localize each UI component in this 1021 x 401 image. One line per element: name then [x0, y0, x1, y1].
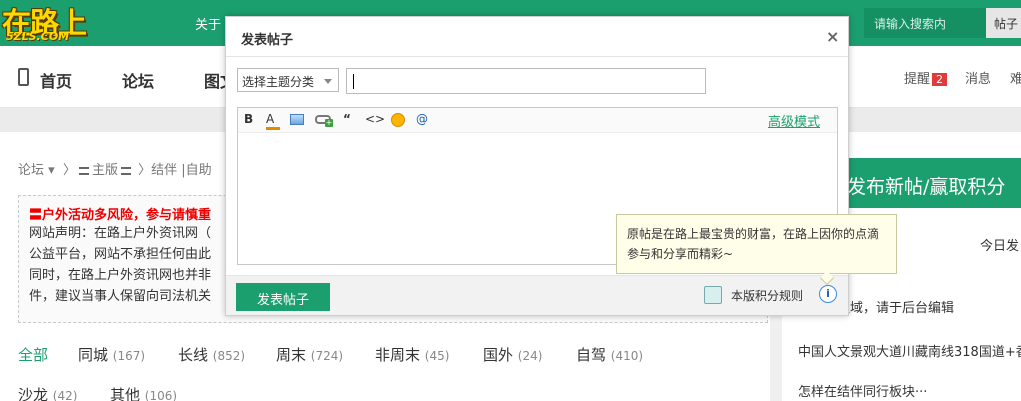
smiley-icon[interactable]	[391, 113, 405, 127]
advanced-mode-link[interactable]: 高级模式	[768, 111, 820, 130]
sidebar-link[interactable]: 中国人文景观大道川藏南线318国道+香	[798, 341, 1021, 360]
chevron-down-icon	[324, 79, 332, 84]
dialog-title: 发表帖子	[241, 33, 294, 48]
dialog-footer: 发表帖子 本版积分规则 i	[226, 275, 848, 315]
editor-toolbar: B A + “ <> @ 高级模式	[238, 108, 837, 133]
search-input[interactable]: 请输入搜索内	[864, 8, 986, 38]
post-title-input[interactable]	[346, 68, 706, 94]
post-promo-banner[interactable]: 发布新帖/赢取积分	[845, 158, 1021, 208]
sidebar-link[interactable]: 怎样在结伴同行板块···	[798, 381, 927, 400]
tab-long-trip[interactable]: 长线 (852)	[178, 344, 245, 365]
nav-forum[interactable]: 论坛	[122, 68, 154, 92]
dialog-header: 发表帖子 ×	[226, 17, 848, 57]
nav-home[interactable]: 首页	[40, 68, 72, 92]
chevron-down-icon: ▾	[48, 163, 55, 178]
breadcrumb-root[interactable]: 论坛	[18, 163, 44, 178]
tab-abroad[interactable]: 国外 (24)	[483, 344, 542, 365]
info-tooltip: 原帖是在路上最宝贵的财富，在路上因你的点滴参与和分享而精彩~	[616, 214, 897, 286]
bars-icon: 〓	[29, 208, 43, 223]
image-icon[interactable]	[290, 114, 304, 125]
remind-count-badge: 2	[932, 73, 948, 86]
breadcrumb-level2[interactable]: 结伴 |自助	[151, 163, 212, 178]
tab-self-drive[interactable]: 自驾 (410)	[576, 344, 643, 365]
tab-salon[interactable]: 沙龙 (42)	[18, 384, 77, 401]
site-logo[interactable]: 在路上 5ZLS.COM	[2, 2, 114, 44]
tab-local[interactable]: 同城 (167)	[78, 344, 145, 365]
tab-other[interactable]: 其他 (106)	[110, 384, 177, 401]
color-bar-icon	[266, 127, 280, 130]
tooltip-text: 原帖是在路上最宝贵的财富，在路上因你的点滴参与和分享而精彩~	[627, 227, 880, 261]
about-link[interactable]: 关于	[195, 14, 221, 33]
phone-icon	[18, 68, 29, 86]
code-button[interactable]: <>	[365, 112, 385, 126]
plus-icon: +	[325, 118, 333, 127]
remind-label: 提醒	[904, 72, 931, 87]
category-select-label: 选择主题分类	[242, 75, 315, 89]
logo-subtext: 5ZLS.COM	[6, 30, 70, 43]
points-rules-link[interactable]: 本版积分规则	[731, 287, 803, 304]
mention-button[interactable]: @	[416, 112, 428, 126]
nav-extra[interactable]: 难	[1010, 68, 1021, 87]
search-type-button[interactable]: 帖子	[986, 8, 1021, 38]
message-link[interactable]: 消息	[965, 68, 991, 87]
font-color-button[interactable]: A	[266, 112, 280, 130]
quote-button[interactable]: “	[343, 112, 351, 126]
remind-link[interactable]: 提醒 2	[904, 68, 948, 87]
tab-non-weekend[interactable]: 非周末 (45)	[375, 344, 449, 365]
today-posts-label: 今日发	[980, 239, 1020, 254]
text-cursor	[353, 74, 354, 89]
category-select[interactable]: 选择主题分类	[237, 68, 339, 92]
tab-weekend[interactable]: 周末 (724)	[276, 344, 343, 365]
info-icon[interactable]: i	[819, 285, 837, 303]
tab-all[interactable]: 全部	[18, 344, 48, 365]
menu-icon	[78, 167, 89, 175]
breadcrumb-level1[interactable]: 主版	[92, 163, 118, 178]
bold-button[interactable]: B	[244, 112, 253, 126]
rules-icon	[704, 286, 722, 304]
submit-post-button[interactable]: 发表帖子	[236, 283, 330, 311]
menu-icon	[120, 167, 131, 175]
breadcrumb: 论坛 ▾ 〉主版 〉结伴 |自助	[18, 163, 212, 178]
close-icon[interactable]: ×	[826, 27, 839, 46]
